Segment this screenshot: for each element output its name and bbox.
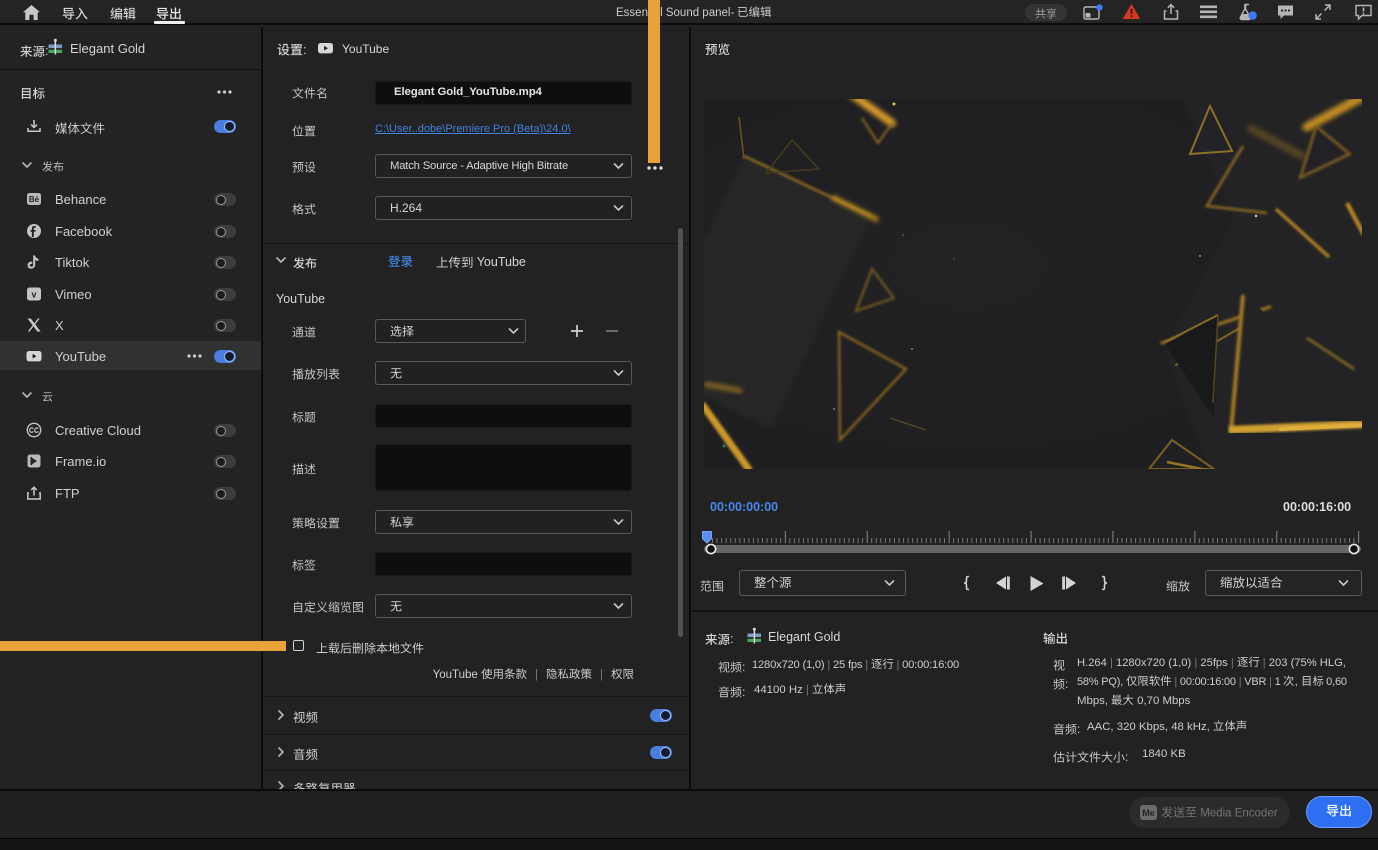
- svg-text:Bė: Bė: [29, 195, 40, 204]
- svg-text:v: v: [31, 290, 36, 300]
- svg-text:Me: Me: [1142, 808, 1155, 818]
